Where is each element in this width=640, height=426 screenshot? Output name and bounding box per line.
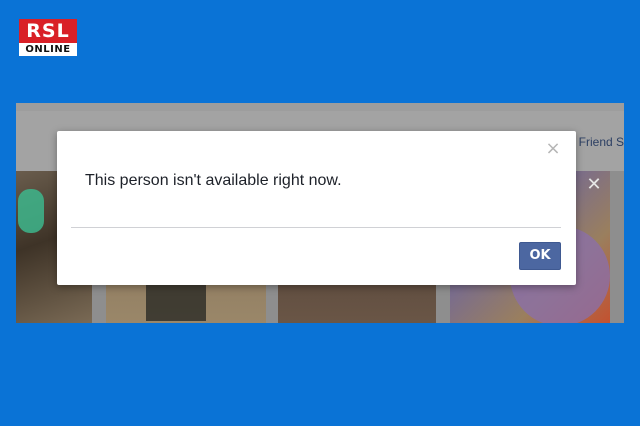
- logo-bottom-text: ONLINE: [19, 43, 77, 56]
- divider: [71, 227, 561, 228]
- rsl-online-logo: RSL ONLINE: [19, 19, 77, 56]
- close-icon[interactable]: ✕: [584, 175, 604, 195]
- close-icon[interactable]: ×: [545, 140, 561, 158]
- top-bar: [16, 103, 624, 111]
- unavailable-dialog: × This person isn't available right now.…: [57, 131, 576, 285]
- logo-top-text: RSL: [19, 19, 77, 43]
- ok-button[interactable]: OK: [519, 242, 561, 270]
- dialog-message: This person isn't available right now.: [85, 172, 342, 189]
